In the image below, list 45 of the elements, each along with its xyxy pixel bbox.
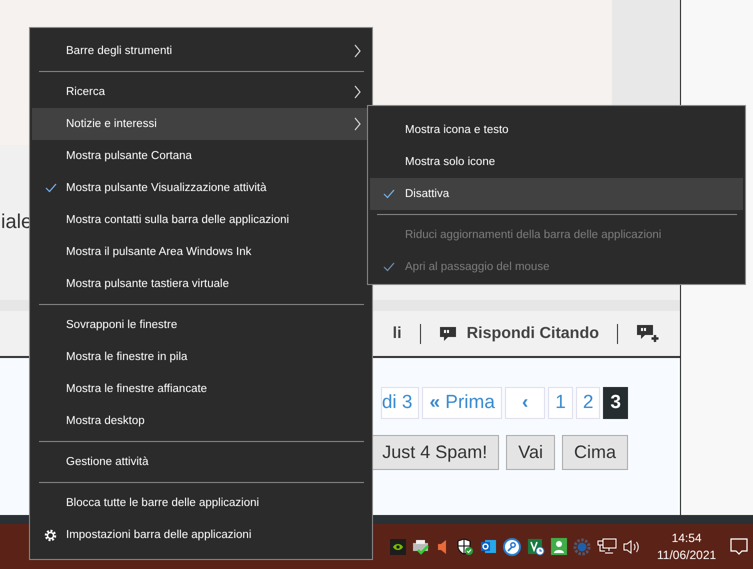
reply-quote-link[interactable]: Rispondi Citando	[466, 324, 599, 342]
contact-card-icon[interactable]	[551, 538, 567, 555]
page-link[interactable]: 1	[548, 387, 573, 419]
printer-check-icon[interactable]	[412, 538, 430, 554]
menu-item[interactable]: Sovrapponi le finestre	[32, 309, 370, 341]
menu-item[interactable]: Mostra il pulsante Area Windows Ink	[32, 236, 370, 268]
speech-bubble-icon	[438, 326, 457, 342]
network-icon[interactable]	[597, 538, 617, 555]
menu-item[interactable]: Impostazioni barra delle applicazioni	[32, 519, 370, 551]
menu-item[interactable]: Mostra solo icone	[370, 146, 743, 178]
menu-item[interactable]: Mostra icona e testo	[370, 114, 743, 146]
chevron-right-icon	[354, 117, 361, 131]
menu-item[interactable]: Mostra le finestre affiancate	[32, 373, 370, 405]
menu-item[interactable]: Mostra pulsante Cortana	[32, 140, 370, 172]
menu-item[interactable]: Blocca tutte le barre delle applicazioni	[32, 487, 370, 519]
page-button[interactable]: Cima	[562, 435, 628, 470]
page-button[interactable]: Vai	[506, 435, 555, 470]
page-link[interactable]: 2	[576, 387, 600, 419]
notification-icon[interactable]	[730, 538, 748, 556]
document-clock-icon[interactable]	[527, 538, 545, 556]
menu-item[interactable]: Mostra pulsante Visualizzazione attività	[32, 172, 370, 204]
menu-item[interactable]: Disattiva	[370, 178, 743, 210]
menu-item[interactable]: Ricerca	[32, 76, 370, 108]
menu-item[interactable]: Mostra desktop	[32, 405, 370, 437]
menu-item[interactable]: Mostra pulsante tastiera virtuale	[32, 268, 370, 300]
page-info: di 3	[380, 387, 420, 419]
toolbar-link[interactable]: li	[392, 324, 402, 342]
menu-item[interactable]: Gestione attività	[32, 446, 370, 478]
volume-icon[interactable]	[623, 538, 641, 554]
menu-item[interactable]: Notizie e interessi	[32, 108, 370, 140]
chevron-right-icon	[354, 44, 361, 58]
first-page-link[interactable]: « Prima	[422, 387, 502, 419]
menu-item[interactable]: Mostra le finestre in pila	[32, 341, 370, 373]
speech-bubble-plus-icon[interactable]	[636, 324, 660, 343]
shield-check-icon[interactable]	[456, 538, 474, 556]
chevron-right-icon	[354, 85, 361, 99]
settings-icon	[44, 528, 57, 542]
menu-item[interactable]: Mostra contatti sulla barra delle applicazioni	[32, 204, 370, 236]
key-icon[interactable]	[503, 538, 521, 556]
clock-date[interactable]: 11/06/2021	[657, 546, 716, 564]
previous-page-link[interactable]: ‹	[504, 387, 546, 419]
page-link[interactable]: 3	[603, 387, 628, 419]
clock-time[interactable]: 14:54	[672, 530, 702, 546]
menu-item[interactable]: Barre degli strumenti	[32, 35, 370, 67]
mail-app-icon[interactable]	[480, 538, 497, 555]
